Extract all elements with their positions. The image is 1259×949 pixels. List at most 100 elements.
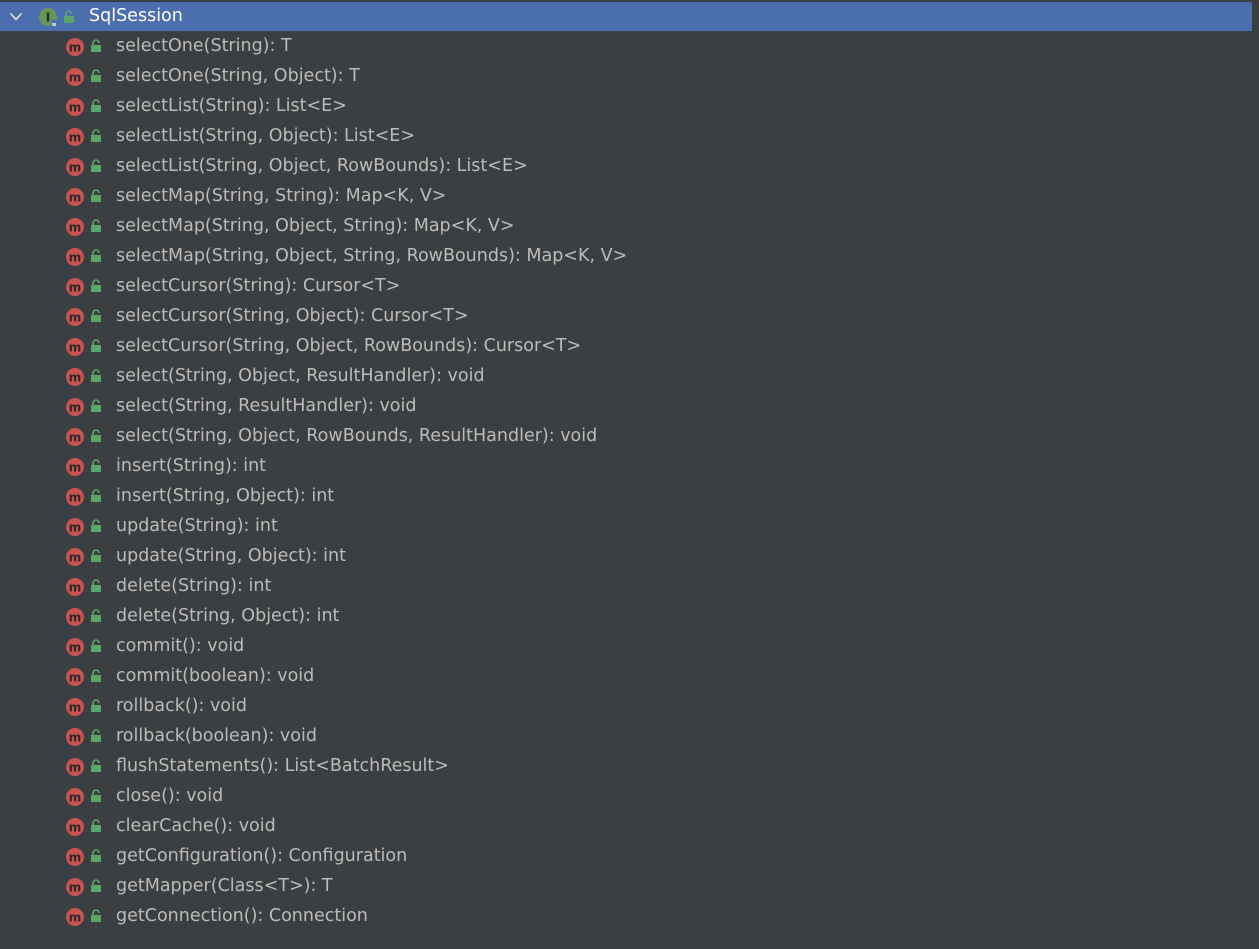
method-icon: m	[66, 68, 84, 86]
method-signature: flushStatements(): List<BatchResult>	[116, 756, 449, 776]
method-icon: m	[66, 848, 84, 866]
method-signature: update(String, Object): int	[116, 546, 346, 566]
method-signature: delete(String): int	[116, 576, 272, 596]
tree-item-method[interactable]: m clearCache(): void	[0, 811, 1252, 841]
public-lock-icon	[91, 579, 101, 592]
method-icon: m	[66, 758, 84, 776]
tree-root-label: SqlSession	[89, 6, 183, 26]
method-signature: selectCursor(String, Object, RowBounds):…	[116, 336, 582, 356]
public-lock-icon	[91, 99, 101, 112]
svg-text:m: m	[69, 641, 82, 655]
chevron-down-icon[interactable]	[9, 10, 23, 24]
tree-item-method[interactable]: m rollback(): void	[0, 691, 1252, 721]
method-signature: selectCursor(String): Cursor<T>	[116, 276, 401, 296]
tree-item-method[interactable]: m selectList(String, Object, RowBounds): …	[0, 151, 1252, 181]
tree-item-method[interactable]: m close(): void	[0, 781, 1252, 811]
svg-text:m: m	[69, 131, 82, 145]
method-signature: insert(String): int	[116, 456, 267, 476]
method-signature: commit(): void	[116, 636, 245, 656]
method-signature: selectOne(String, Object): T	[116, 66, 360, 86]
method-icon: m	[66, 668, 84, 686]
tree-item-method[interactable]: m selectList(String): List<E>	[0, 91, 1252, 121]
method-signature: getMapper(Class<T>): T	[116, 876, 333, 896]
public-lock-icon	[91, 279, 101, 292]
method-icon: m	[66, 548, 84, 566]
method-icon: m	[66, 38, 84, 56]
tree-item-method[interactable]: m getConnection(): Connection	[0, 901, 1252, 931]
svg-text:m: m	[69, 371, 82, 385]
method-signature: delete(String, Object): int	[116, 606, 340, 626]
method-signature: update(String): int	[116, 516, 278, 536]
method-signature: selectCursor(String, Object): Cursor<T>	[116, 306, 469, 326]
tree-item-method[interactable]: m selectOne(String): T	[0, 31, 1252, 61]
tree-item-method[interactable]: m selectMap(String, String): Map<K, V>	[0, 181, 1252, 211]
method-icon: m	[66, 428, 84, 446]
tree-item-method[interactable]: m delete(String): int	[0, 571, 1252, 601]
public-lock-icon	[91, 849, 101, 862]
tree-item-method[interactable]: m getMapper(Class<T>): T	[0, 871, 1252, 901]
public-lock-icon	[91, 159, 101, 172]
method-icon: m	[66, 98, 84, 116]
tree-item-method[interactable]: m insert(String): int	[0, 451, 1252, 481]
public-lock-icon	[91, 429, 101, 442]
tree-item-method[interactable]: m insert(String, Object): int	[0, 481, 1252, 511]
tree-item-method[interactable]: m select(String, ResultHandler): void	[0, 391, 1252, 421]
tree-item-method[interactable]: m select(String, Object, RowBounds, Resul…	[0, 421, 1252, 451]
method-icon: m	[66, 128, 84, 146]
svg-text:m: m	[69, 821, 82, 835]
public-lock-icon	[91, 909, 101, 922]
public-lock-icon	[91, 519, 101, 532]
method-icon: m	[66, 308, 84, 326]
svg-text:m: m	[69, 881, 82, 895]
method-icon: m	[66, 518, 84, 536]
tree-item-method[interactable]: m commit(): void	[0, 631, 1252, 661]
svg-text:m: m	[69, 221, 82, 235]
tree-item-method[interactable]: m select(String, Object, ResultHandler): …	[0, 361, 1252, 391]
tree-item-method[interactable]: m commit(boolean): void	[0, 661, 1252, 691]
tree-item-method[interactable]: m selectCursor(String, Object): Cursor<T>	[0, 301, 1252, 331]
method-icon: m	[66, 368, 84, 386]
tree-item-method[interactable]: m rollback(boolean): void	[0, 721, 1252, 751]
tree-item-method[interactable]: m selectCursor(String, Object, RowBounds)…	[0, 331, 1252, 361]
svg-text:m: m	[69, 101, 82, 115]
method-signature: rollback(): void	[116, 696, 247, 716]
method-icon: m	[66, 338, 84, 356]
public-lock-icon	[91, 249, 101, 262]
svg-text:m: m	[69, 191, 82, 205]
method-signature: close(): void	[116, 786, 224, 806]
tree-item-method[interactable]: m selectList(String, Object): List<E>	[0, 121, 1252, 151]
method-signature: getConfiguration(): Configuration	[116, 846, 408, 866]
tree-item-method[interactable]: m update(String): int	[0, 511, 1252, 541]
structure-tree: I SqlSession m selectOne(String): T m selec…	[0, 2, 1252, 931]
tree-item-method[interactable]: m selectMap(String, Object, String, RowBo…	[0, 241, 1252, 271]
tree-item-method[interactable]: m selectOne(String, Object): T	[0, 61, 1252, 91]
method-signature: clearCache(): void	[116, 816, 276, 836]
method-signature: selectMap(String, Object, String, RowBou…	[116, 246, 628, 266]
svg-text:m: m	[69, 161, 82, 175]
svg-text:m: m	[69, 41, 82, 55]
scrollbar[interactable]	[1252, 0, 1259, 949]
public-lock-icon	[91, 759, 101, 772]
method-signature: selectList(String, Object): List<E>	[116, 126, 416, 146]
public-lock-icon	[91, 879, 101, 892]
tree-item-method[interactable]: m getConfiguration(): Configuration	[0, 841, 1252, 871]
method-icon: m	[66, 578, 84, 596]
svg-text:m: m	[69, 71, 82, 85]
svg-text:m: m	[69, 701, 82, 715]
svg-text:m: m	[69, 461, 82, 475]
tree-root-sqlsession[interactable]: I SqlSession	[0, 2, 1252, 31]
public-lock-icon	[91, 789, 101, 802]
tree-item-method[interactable]: m selectCursor(String): Cursor<T>	[0, 271, 1252, 301]
tree-item-method[interactable]: m delete(String, Object): int	[0, 601, 1252, 631]
svg-text:m: m	[69, 911, 82, 925]
tree-item-method[interactable]: m flushStatements(): List<BatchResult>	[0, 751, 1252, 781]
method-signature: rollback(boolean): void	[116, 726, 317, 746]
svg-text:m: m	[69, 761, 82, 775]
svg-text:m: m	[69, 851, 82, 865]
tree-item-method[interactable]: m update(String, Object): int	[0, 541, 1252, 571]
svg-text:m: m	[69, 491, 82, 505]
tree-item-method[interactable]: m selectMap(String, Object, String): Map<…	[0, 211, 1252, 241]
svg-text:m: m	[69, 791, 82, 805]
method-icon: m	[66, 908, 84, 926]
public-lock-icon	[91, 339, 101, 352]
